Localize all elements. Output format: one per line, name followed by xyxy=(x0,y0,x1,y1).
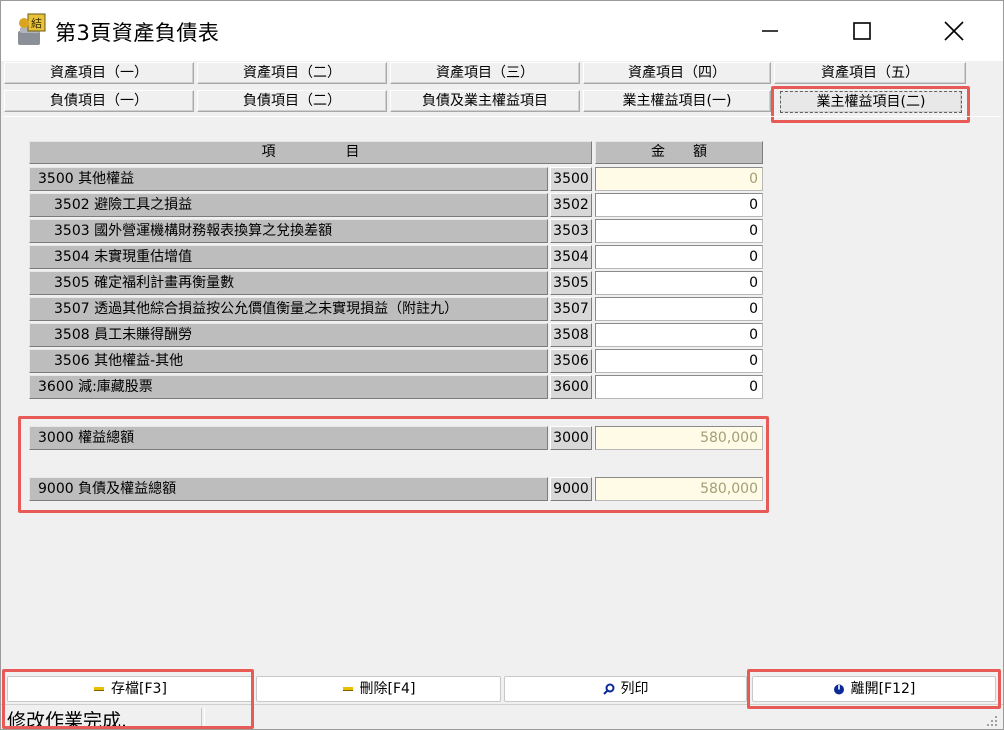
tab-liabilities-equity[interactable]: 負債及業主權益項目 xyxy=(390,90,580,112)
highlight-box-active-tab xyxy=(771,86,970,123)
amount-3502[interactable]: 0 xyxy=(595,193,763,217)
tab-assets-5[interactable]: 資產項目（五） xyxy=(774,62,966,84)
tab-assets-4[interactable]: 資產項目（四） xyxy=(583,62,771,84)
close-icon xyxy=(944,21,964,41)
header-amount: 金 額 xyxy=(595,141,763,164)
tab-assets-3[interactable]: 資產項目（三） xyxy=(390,62,580,84)
highlight-box-totals xyxy=(18,416,769,513)
row-label: 3503 國外營運機構財務報表換算之兌換差額 xyxy=(29,219,548,243)
tab-assets-1[interactable]: 資產項目（一） xyxy=(4,62,194,84)
print-button[interactable]: 列印 xyxy=(504,676,747,702)
row-label: 3508 員工未賺得酬勞 xyxy=(29,323,548,347)
row-label: 3500 其他權益 xyxy=(29,167,548,191)
row-code: 3508 xyxy=(550,323,592,347)
search-icon xyxy=(602,683,614,695)
row-code: 3505 xyxy=(550,271,592,295)
balance-sheet-window: 結 第3頁資產負債表 資產項目（一） 資產項目（二） 資產項目（三） 資產項目（… xyxy=(0,0,1004,730)
highlight-box-exit xyxy=(747,669,1001,709)
row-code: 3506 xyxy=(550,349,592,373)
row-label: 3502 避險工具之損益 xyxy=(29,193,548,217)
highlight-box-save xyxy=(2,669,254,729)
tab-assets-2[interactable]: 資產項目（二） xyxy=(197,62,387,84)
row-code: 3500 xyxy=(550,167,592,191)
row-code: 3504 xyxy=(550,245,592,269)
amount-3504[interactable]: 0 xyxy=(595,245,763,269)
row-label: 3505 確定福利計畫再衡量數 xyxy=(29,271,548,295)
header-item: 項 目 xyxy=(29,141,592,164)
window-title: 第3頁資產負債表 xyxy=(55,21,220,45)
row-label: 3506 其他權益-其他 xyxy=(29,349,548,373)
resize-grip-icon[interactable] xyxy=(985,714,999,728)
tab-equity-1[interactable]: 業主權益項目(一) xyxy=(583,90,771,112)
amount-3505[interactable]: 0 xyxy=(595,271,763,295)
app-icon: 結 xyxy=(18,13,46,45)
amount-3508[interactable]: 0 xyxy=(595,323,763,347)
amount-3600[interactable]: 0 xyxy=(595,375,763,399)
row-code: 3503 xyxy=(550,219,592,243)
amount-3500: 0 xyxy=(595,167,763,191)
row-label: 3507 透過其他綜合損益按公允價值衡量之未實現損益（附註九） xyxy=(29,297,548,321)
delete-button-label: 刪除[F4] xyxy=(359,681,416,697)
row-label: 3504 未實現重估增值 xyxy=(29,245,548,269)
row-code: 3502 xyxy=(550,193,592,217)
maximize-button[interactable] xyxy=(839,11,885,51)
print-button-label: 列印 xyxy=(620,681,649,697)
minimize-icon xyxy=(762,30,778,32)
tab-panel-divider xyxy=(3,116,1001,117)
row-code: 3507 xyxy=(550,297,592,321)
amount-3503[interactable]: 0 xyxy=(595,219,763,243)
delete-button[interactable]: 刪除[F4] xyxy=(256,676,501,702)
maximize-icon xyxy=(853,22,871,40)
delete-icon xyxy=(342,687,353,691)
amount-3507[interactable]: 0 xyxy=(595,297,763,321)
close-button[interactable] xyxy=(931,11,977,51)
svg-text:結: 結 xyxy=(31,16,42,30)
minimize-button[interactable] xyxy=(747,11,793,51)
title-bar: 結 第3頁資產負債表 xyxy=(1,1,1003,61)
row-label: 3600 減:庫藏股票 xyxy=(29,375,548,399)
row-code: 3600 xyxy=(550,375,592,399)
amount-3506[interactable]: 0 xyxy=(595,349,763,373)
tab-liabilities-2[interactable]: 負債項目（二） xyxy=(197,90,387,112)
tab-liabilities-1[interactable]: 負債項目（一） xyxy=(4,90,194,112)
